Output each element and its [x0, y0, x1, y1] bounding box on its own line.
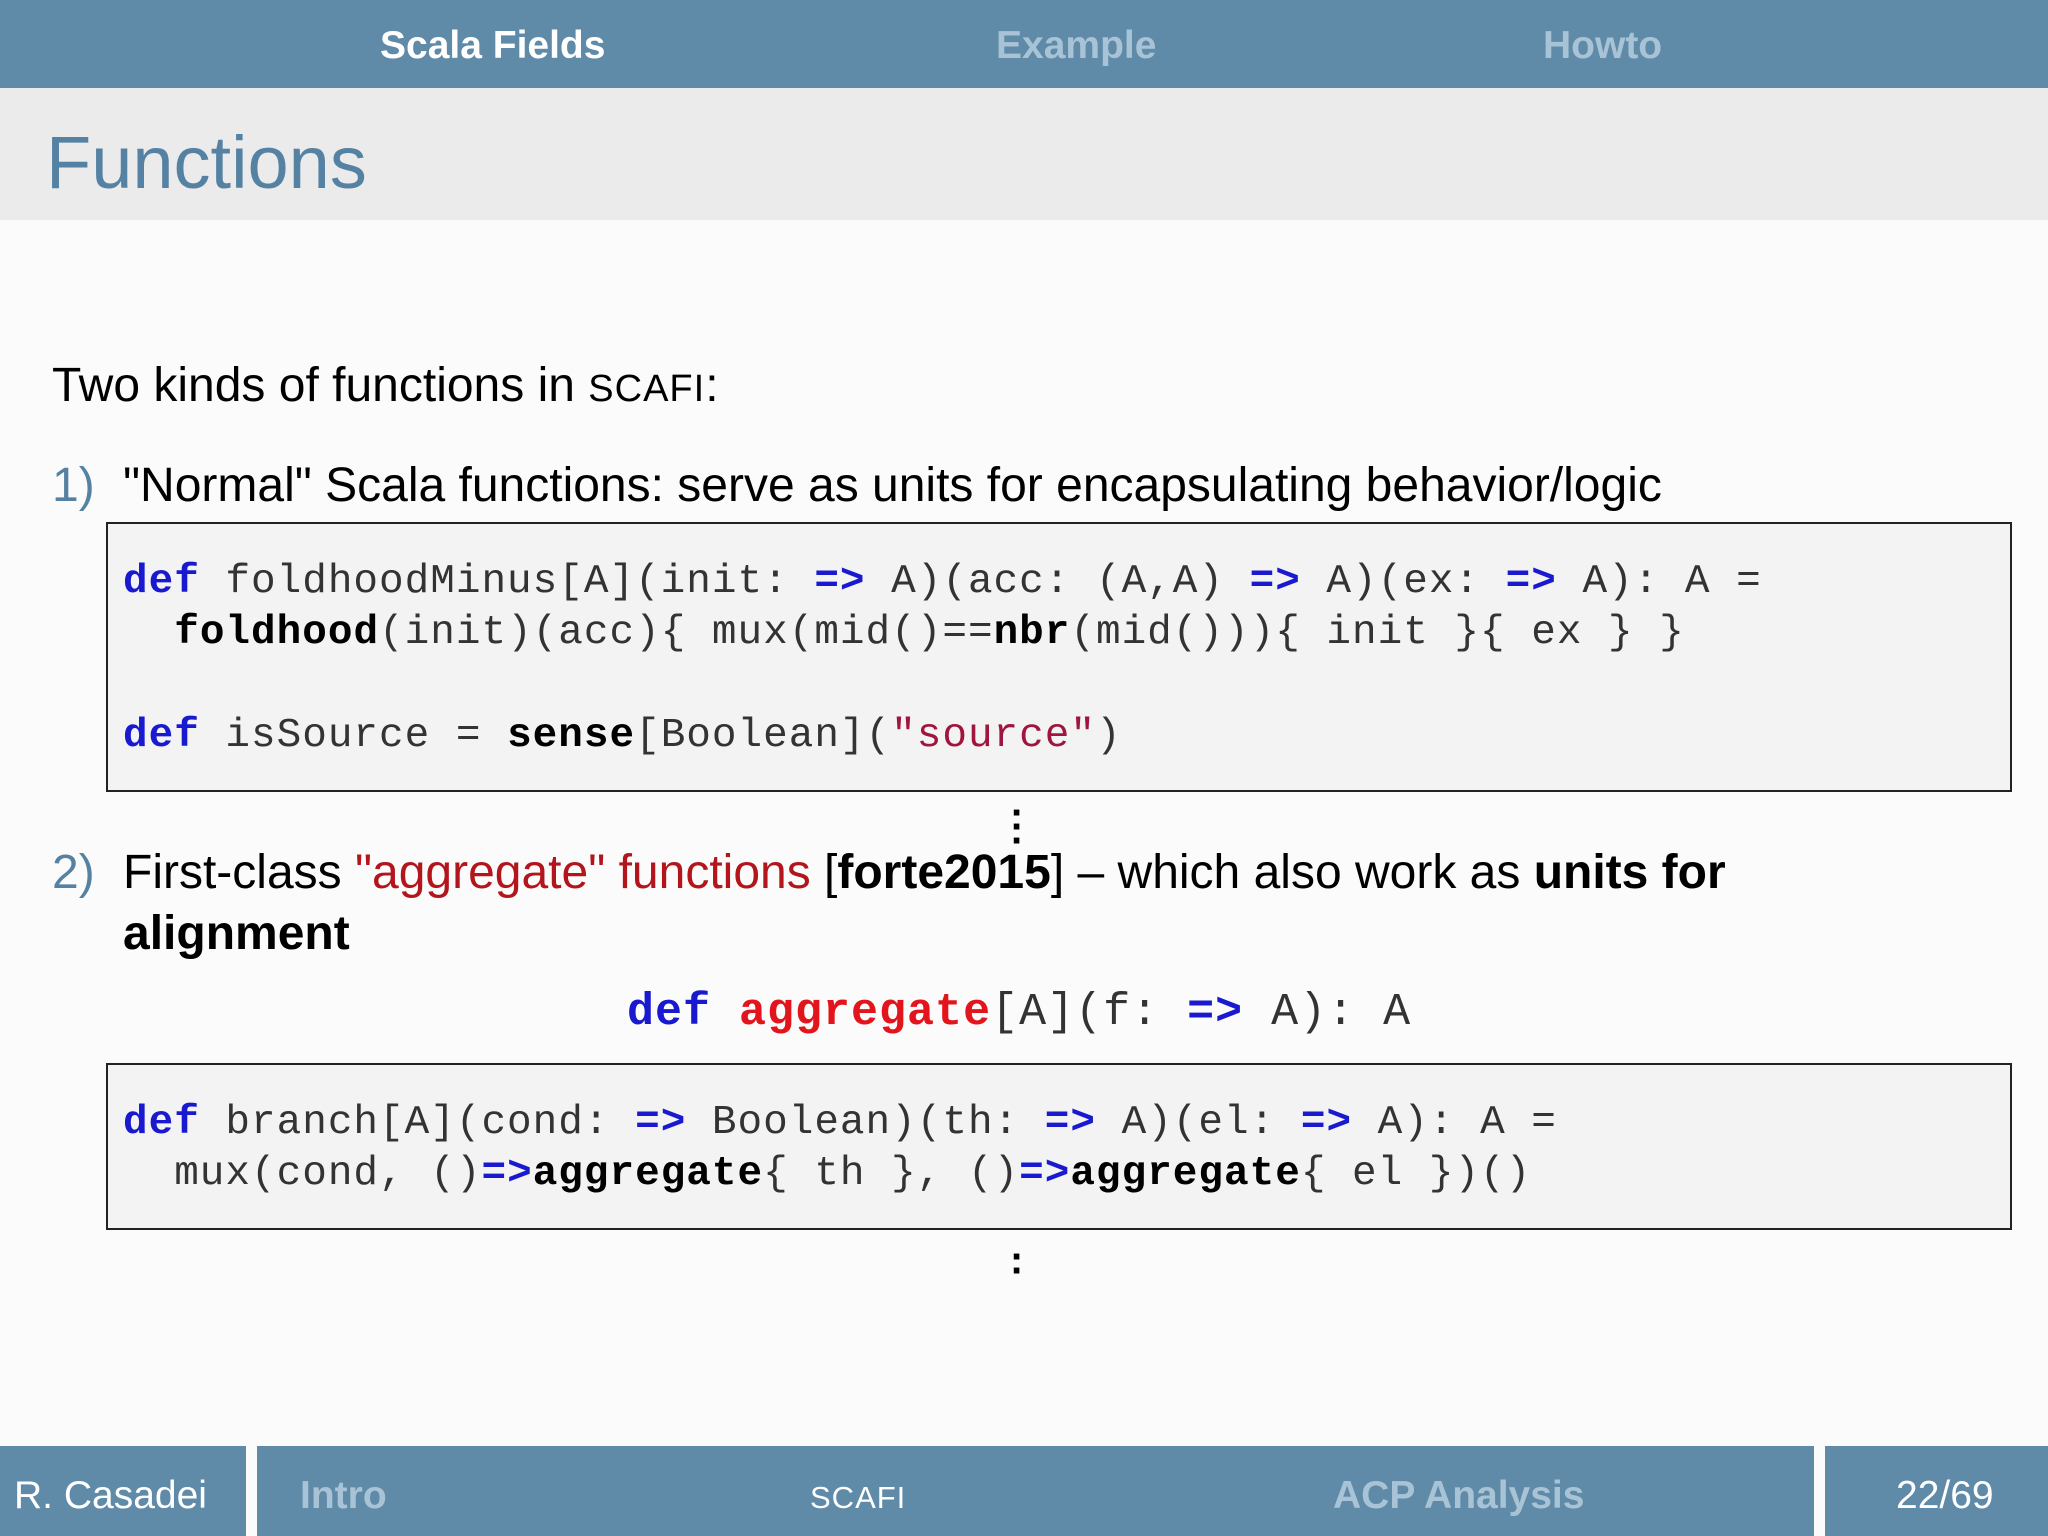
item1-number: 1)	[52, 459, 95, 512]
item2-text: First-class "aggregate" functions [forte…	[123, 846, 1726, 899]
item2-number: 2)	[52, 846, 95, 899]
intro-text: Two kinds of functions in SCAFI:	[52, 359, 719, 412]
aggregate-signature: def aggregate[A](f: => A): A	[627, 987, 1412, 1038]
item2-text-cont: alignment	[123, 907, 350, 960]
ellipsis-dots: · · ·	[1011, 791, 1025, 863]
page-number: 22/69	[1896, 1474, 1994, 1517]
code1-line1: def foldhoodMinus[A](init: => A)(acc: (A…	[123, 559, 1762, 605]
footer-author: R. Casadei	[14, 1474, 207, 1517]
ellipsis-dots-2: · ·	[1011, 1235, 1025, 1293]
scafi-label: SCAFI	[588, 368, 706, 410]
nav-howto[interactable]: Howto	[1543, 24, 1662, 68]
code2-line2: mux(cond, ()=>aggregate{ th }, ()=>aggre…	[123, 1151, 1532, 1197]
nav-example[interactable]: Example	[996, 24, 1156, 68]
code2-line1: def branch[A](cond: => Boolean)(th: => A…	[123, 1100, 1557, 1146]
code-block-2	[106, 1063, 2012, 1230]
nav-scala-fields[interactable]: Scala Fields	[380, 24, 605, 68]
footer-section-intro[interactable]: Intro	[300, 1474, 387, 1518]
code1-line2: foldhood(init)(acc){ mux(mid()==nbr(mid(…	[174, 610, 1685, 656]
item1-text: "Normal" Scala functions: serve as units…	[123, 459, 1662, 512]
code1-line3: def isSource = sense[Boolean]("source")	[123, 713, 1122, 759]
citation: forte2015	[837, 846, 1051, 899]
footer-section-scafi[interactable]: SCAFI	[810, 1480, 906, 1516]
footer-section-acp[interactable]: ACP Analysis	[1333, 1474, 1584, 1518]
frame-title: Functions	[46, 121, 367, 204]
